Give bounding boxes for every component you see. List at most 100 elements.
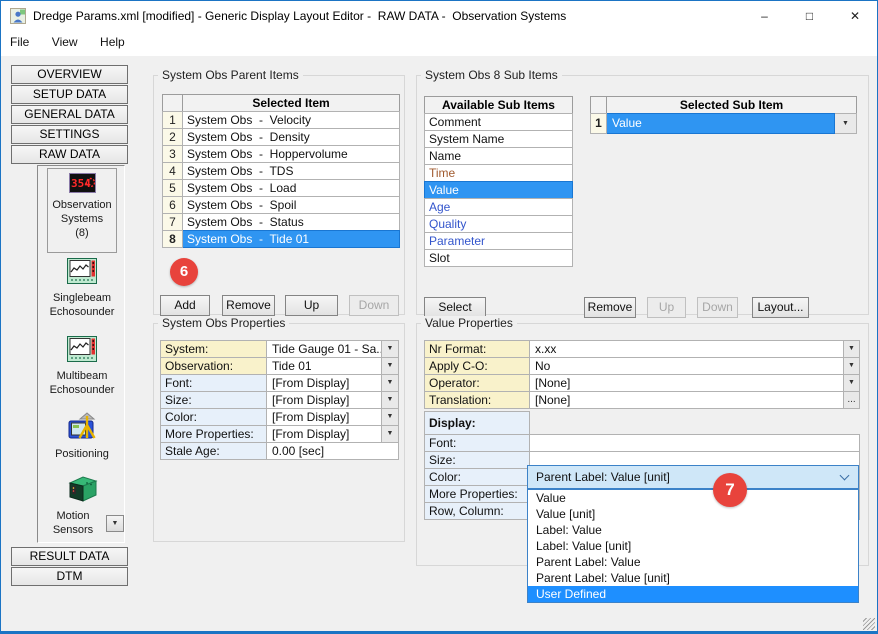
minimize-icon[interactable]: – bbox=[742, 1, 787, 31]
table-row[interactable]: 3 System Obs - Hoppervolume bbox=[162, 145, 400, 163]
row-label[interactable]: System Obs - Density bbox=[183, 128, 400, 146]
dropdown-option[interactable]: Parent Label: Value [unit] bbox=[528, 570, 858, 586]
dropdown-arrow-icon[interactable]: ▼ bbox=[382, 374, 399, 392]
property-value[interactable]: No bbox=[530, 357, 844, 375]
display-combobox-open[interactable]: Parent Label: Value [unit] bbox=[527, 465, 859, 489]
device-scroll-down-icon[interactable]: ▼ bbox=[106, 515, 124, 532]
dropdown-option-selected[interactable]: User Defined bbox=[528, 586, 858, 602]
row-number: 3 bbox=[162, 145, 183, 163]
property-value[interactable]: [None] bbox=[530, 374, 844, 392]
device-label: Positioning bbox=[38, 447, 126, 461]
device-label: Motion bbox=[40, 509, 106, 523]
row-label[interactable]: System Obs - Hoppervolume bbox=[183, 145, 400, 163]
menu-help[interactable]: Help bbox=[91, 31, 134, 56]
table-row[interactable]: 4 System Obs - TDS bbox=[162, 162, 400, 180]
sidebar-item-dtm[interactable]: DTM bbox=[11, 567, 128, 586]
group-title: System Obs 8 Sub Items bbox=[421, 68, 562, 82]
property-row: Nr Format: x.xx ▼ bbox=[424, 340, 860, 358]
available-item[interactable]: Parameter bbox=[424, 232, 573, 250]
property-row: Apply C-O: No ▼ bbox=[424, 357, 860, 375]
row-label[interactable]: System Obs - Spoil bbox=[183, 196, 400, 214]
table-row[interactable]: 7 System Obs - Status bbox=[162, 213, 400, 231]
property-value[interactable]: [None] bbox=[530, 391, 844, 409]
dropdown-arrow-icon[interactable]: ▼ bbox=[835, 113, 857, 134]
available-item[interactable]: Age bbox=[424, 198, 573, 216]
dropdown-option[interactable]: Parent Label: Value bbox=[528, 554, 858, 570]
dropdown-option[interactable]: Label: Value [unit] bbox=[528, 538, 858, 554]
add-button[interactable]: Add bbox=[160, 295, 210, 316]
sidebar-item-overview[interactable]: OVERVIEW bbox=[11, 65, 128, 84]
resize-grip[interactable] bbox=[863, 618, 875, 630]
row-label[interactable]: System Obs - TDS bbox=[183, 162, 400, 180]
row-label[interactable]: System Obs - Tide 01 bbox=[183, 230, 400, 248]
property-row-display: Display: bbox=[424, 411, 530, 435]
dropdown-arrow-icon[interactable]: ▼ bbox=[382, 340, 399, 358]
property-value[interactable]: Tide Gauge 01 - Sa... bbox=[267, 340, 382, 358]
selected-sub-item-value[interactable]: Value bbox=[607, 113, 835, 134]
sidebar-item-general-data[interactable]: GENERAL DATA bbox=[11, 105, 128, 124]
selected-sub-item-row[interactable]: 1 Value ▼ bbox=[590, 113, 857, 134]
select-button[interactable]: Select bbox=[424, 297, 486, 318]
group-obs-properties: System Obs Properties System: Tide Gauge… bbox=[153, 323, 405, 542]
maximize-icon[interactable]: □ bbox=[787, 1, 832, 31]
available-item[interactable]: Slot bbox=[424, 249, 573, 267]
property-value[interactable]: x.xx bbox=[530, 340, 844, 358]
display-dropdown-list: Value Value [unit] Label: Value Label: V… bbox=[527, 489, 859, 603]
group-title: Value Properties bbox=[421, 316, 517, 330]
menu-file[interactable]: File bbox=[1, 31, 38, 56]
sidebar-item-raw-data[interactable]: RAW DATA bbox=[11, 145, 128, 164]
available-item[interactable]: Name bbox=[424, 147, 573, 165]
dropdown-arrow-icon[interactable]: ▼ bbox=[382, 425, 399, 443]
title-bar: Dredge Params.xml [modified] - Generic D… bbox=[1, 1, 877, 31]
dropdown-arrow-icon[interactable]: ▼ bbox=[844, 374, 860, 392]
property-value[interactable]: [From Display] bbox=[267, 408, 382, 426]
property-value[interactable]: [From Display] bbox=[267, 374, 382, 392]
ellipsis-button[interactable]: ... bbox=[844, 391, 860, 409]
available-item[interactable]: Quality bbox=[424, 215, 573, 233]
sidebar-item-positioning[interactable]: Positioning bbox=[38, 412, 126, 461]
row-number: 5 bbox=[162, 179, 183, 197]
close-icon[interactable]: ✕ bbox=[832, 1, 878, 31]
dropdown-option[interactable]: Label: Value bbox=[528, 522, 858, 538]
table-corner-cell bbox=[590, 96, 607, 114]
dropdown-arrow-icon[interactable]: ▼ bbox=[382, 357, 399, 375]
app-icon bbox=[10, 8, 26, 24]
dropdown-arrow-icon[interactable]: ▼ bbox=[382, 408, 399, 426]
device-label: (8) bbox=[38, 226, 126, 240]
dropdown-arrow-icon[interactable]: ▼ bbox=[844, 340, 860, 358]
sidebar-item-multibeam-echosounder[interactable]: Multibeam Echosounder bbox=[38, 336, 126, 397]
property-value[interactable]: 0.00 [sec] bbox=[267, 442, 399, 460]
available-item[interactable]: Comment bbox=[424, 113, 573, 131]
row-label[interactable]: System Obs - Status bbox=[183, 213, 400, 231]
column-header-selected-item: Selected Item bbox=[183, 94, 400, 112]
up-button[interactable]: Up bbox=[285, 295, 338, 316]
property-value[interactable]: [From Display] bbox=[267, 391, 382, 409]
available-item-selected[interactable]: Value bbox=[424, 181, 573, 199]
group-title: System Obs Properties bbox=[158, 316, 289, 330]
property-row: Translation: [None] ... bbox=[424, 391, 860, 409]
dropdown-arrow-icon[interactable]: ▼ bbox=[382, 391, 399, 409]
layout-button[interactable]: Layout... bbox=[752, 297, 809, 318]
row-label[interactable]: System Obs - Load bbox=[183, 179, 400, 197]
property-value[interactable]: [From Display] bbox=[267, 425, 382, 443]
table-row[interactable]: 2 System Obs - Density bbox=[162, 128, 400, 146]
dropdown-arrow-icon[interactable]: ▼ bbox=[844, 357, 860, 375]
dropdown-option[interactable]: Value [unit] bbox=[528, 506, 858, 522]
remove-sub-button[interactable]: Remove bbox=[584, 297, 636, 318]
sidebar-item-singlebeam-echosounder[interactable]: Singlebeam Echosounder bbox=[38, 258, 126, 319]
table-row[interactable]: 5 System Obs - Load bbox=[162, 179, 400, 197]
available-item[interactable]: Time bbox=[424, 164, 573, 182]
sidebar-item-observation-systems[interactable]: 354 Observation Systems (8) bbox=[38, 173, 126, 240]
property-value[interactable]: Tide 01 bbox=[267, 357, 382, 375]
table-row[interactable]: 1 System Obs - Velocity bbox=[162, 111, 400, 129]
available-item[interactable]: System Name bbox=[424, 130, 573, 148]
sidebar-item-settings[interactable]: SETTINGS bbox=[11, 125, 128, 144]
sidebar-item-setup-data[interactable]: SETUP DATA bbox=[11, 85, 128, 104]
sidebar-item-result-data[interactable]: RESULT DATA bbox=[11, 547, 128, 566]
table-row-selected[interactable]: 8 System Obs - Tide 01 bbox=[162, 230, 400, 248]
table-row[interactable]: 6 System Obs - Spoil bbox=[162, 196, 400, 214]
remove-button[interactable]: Remove bbox=[222, 295, 275, 316]
row-label[interactable]: System Obs - Velocity bbox=[183, 111, 400, 129]
dropdown-option[interactable]: Value bbox=[528, 490, 858, 506]
menu-view[interactable]: View bbox=[43, 31, 87, 56]
